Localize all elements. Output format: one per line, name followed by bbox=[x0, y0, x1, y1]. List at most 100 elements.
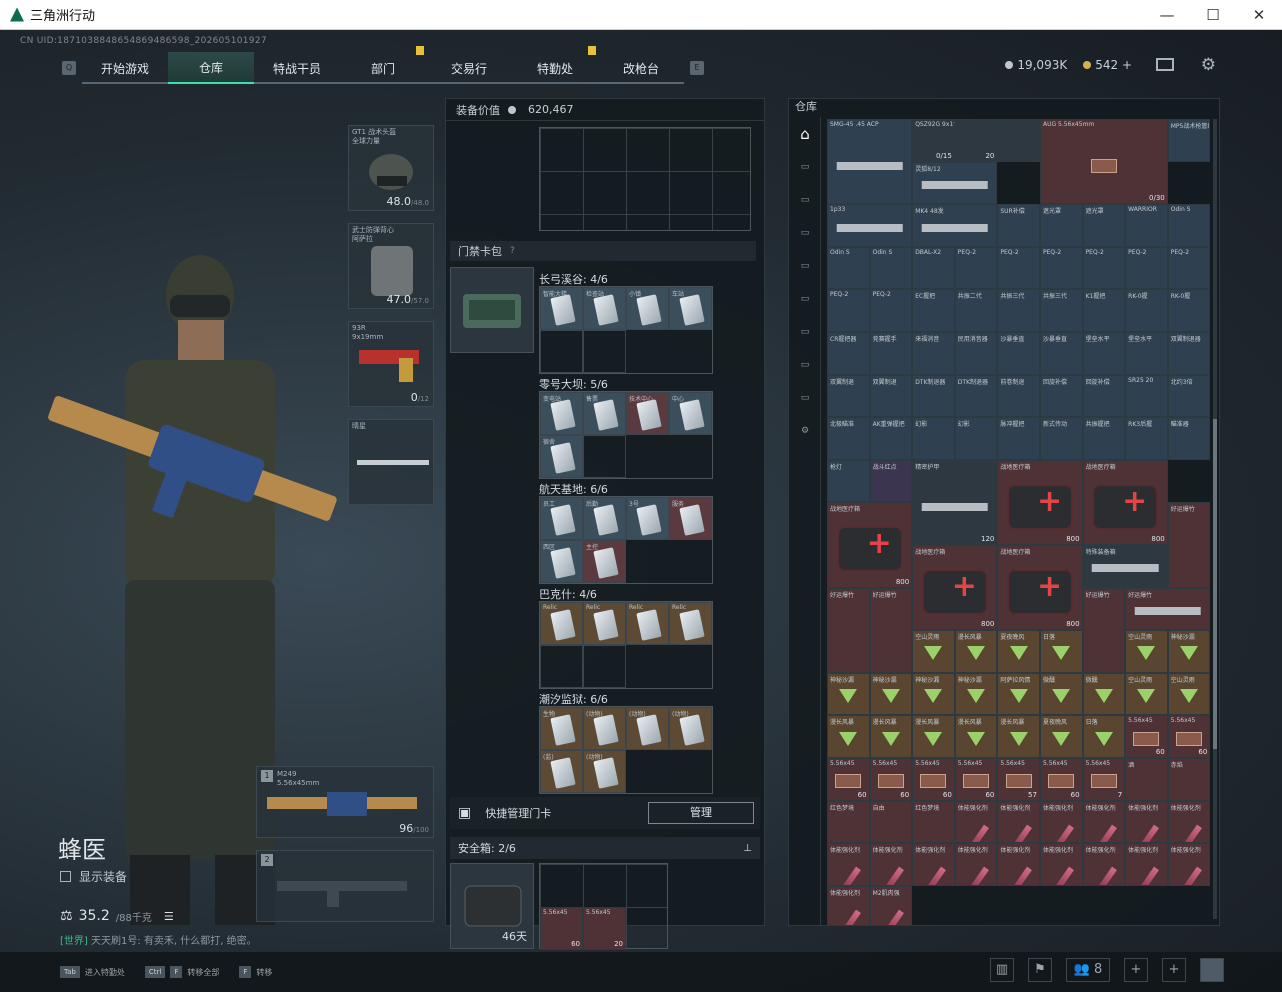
tab-4[interactable]: 交易行 bbox=[426, 52, 512, 84]
stash-item[interactable]: 日落 bbox=[1082, 715, 1126, 758]
stash-settings-icon[interactable]: ⚙ bbox=[789, 414, 821, 447]
stash-item[interactable]: 沙暴垂直 bbox=[1039, 331, 1083, 375]
stash-item[interactable]: 战地医疗箱 800 bbox=[827, 502, 913, 588]
stash-tab-2[interactable]: ▭ bbox=[789, 150, 821, 183]
stash-item[interactable]: 体能强化剂 bbox=[1167, 843, 1211, 886]
stash-item[interactable]: 5.56x45 60 bbox=[1125, 715, 1168, 758]
pistol-slot[interactable]: 93R 9x19mm 0/12 bbox=[348, 321, 434, 407]
keycard[interactable]: Relic bbox=[669, 602, 712, 645]
stash-item[interactable]: 双翼制退器 bbox=[1167, 331, 1211, 375]
stash-item[interactable]: 脉冲握把 bbox=[997, 417, 1040, 460]
keycard[interactable]: 主控 bbox=[583, 540, 626, 583]
stash-item[interactable]: 自由 bbox=[869, 800, 913, 844]
stash-item[interactable]: 1p33 bbox=[827, 204, 913, 247]
primary-weapon-slot[interactable]: 1 M249 5.56x45mm 96/100 bbox=[256, 766, 434, 838]
safebox-ammo-2[interactable]: 5.56x45 20 bbox=[583, 907, 626, 950]
stash-item[interactable]: 空山灵雨 bbox=[1125, 672, 1168, 716]
safebox-grid[interactable]: 5.56x45 60 5.56x45 20 bbox=[539, 863, 668, 950]
helmet-slot[interactable]: GT1 战术头盔 全球力量 48.0/48.0 bbox=[348, 125, 434, 211]
stash-item[interactable]: 好运爆竹 bbox=[869, 587, 913, 673]
stash-icon[interactable]: ⌂ bbox=[789, 117, 821, 150]
keycard[interactable]: 后勤 bbox=[583, 497, 626, 540]
stash-item[interactable]: 红色梦境 bbox=[827, 800, 870, 844]
stash-item[interactable]: 战地医疗箱 800 bbox=[1082, 459, 1168, 545]
tab-6[interactable]: 改枪台 bbox=[598, 52, 684, 84]
mail-icon[interactable] bbox=[1156, 58, 1174, 71]
keycard[interactable]: Relic bbox=[540, 602, 583, 645]
stash-item[interactable]: 20 bbox=[954, 119, 998, 162]
stash-item[interactable]: 体能强化剂 bbox=[997, 800, 1040, 844]
stash-item[interactable]: RK-0握 bbox=[1125, 289, 1168, 332]
stash-item[interactable]: DTK制退器 bbox=[912, 374, 955, 418]
stash-item[interactable]: 战地医疗箱 800 bbox=[912, 544, 998, 631]
stash-item[interactable]: 赤焰 bbox=[1167, 757, 1211, 801]
keycard[interactable]: 3号 bbox=[626, 497, 669, 540]
stash-item[interactable]: 体能强化剂 bbox=[1082, 800, 1126, 844]
cardbag-item[interactable] bbox=[450, 267, 534, 353]
nav-prev-button[interactable]: Q bbox=[62, 61, 76, 75]
stash-item[interactable] bbox=[997, 119, 1040, 162]
stash-item[interactable]: 回旋补偿 bbox=[1039, 374, 1083, 418]
stash-item[interactable]: 5.56x45 60 bbox=[1039, 757, 1083, 801]
stash-item[interactable]: 共振三代 bbox=[1039, 289, 1083, 332]
stash-item[interactable]: 体能强化剂 bbox=[912, 843, 955, 886]
melee-slot[interactable]: 晴星 bbox=[348, 419, 434, 505]
stash-item[interactable]: 北约3倍 bbox=[1167, 374, 1211, 418]
stash-item[interactable]: 枪灯 bbox=[827, 459, 870, 503]
nav-next-button[interactable]: E bbox=[690, 61, 704, 75]
stash-item[interactable]: 体能强化剂 bbox=[869, 843, 913, 886]
stash-tab-3[interactable]: ▭ bbox=[789, 183, 821, 216]
stash-item[interactable]: 体能强化剂 bbox=[997, 843, 1040, 886]
stash-tab-5[interactable]: ▭ bbox=[789, 249, 821, 282]
stash-item[interactable]: 夏夜晚风 bbox=[1039, 715, 1083, 758]
key-hint[interactable]: Ctrl F 转移全部 bbox=[144, 966, 219, 978]
stash-item[interactable]: PEQ-2 bbox=[1082, 246, 1126, 290]
stash-tab-4[interactable]: ▭ bbox=[789, 216, 821, 249]
stash-item[interactable]: 空山灵雨 bbox=[912, 630, 955, 673]
stash-item[interactable]: 神秘沙漏 bbox=[954, 672, 998, 716]
show-gear-toggle[interactable]: 显示装备 bbox=[60, 868, 127, 885]
stash-item[interactable]: Odin S bbox=[869, 246, 913, 290]
stash-item[interactable]: 神秘沙漏 bbox=[827, 672, 870, 716]
stash-item[interactable]: 战地医疗箱 800 bbox=[997, 544, 1083, 631]
stash-item[interactable]: 幻影 bbox=[912, 417, 955, 460]
keycard[interactable]: 员工 bbox=[540, 497, 583, 540]
stash-item[interactable]: 北极瞄准 bbox=[827, 417, 870, 460]
stash-item[interactable]: 体能强化剂 bbox=[1039, 843, 1083, 886]
stash-item[interactable]: SUR补偿 bbox=[997, 204, 1040, 247]
stash-item[interactable]: 体能强化剂 bbox=[954, 800, 998, 844]
stash-item[interactable]: 体能强化剂 bbox=[827, 843, 870, 886]
tab-5[interactable]: 特勤处 bbox=[512, 46, 598, 84]
stash-item[interactable]: 5.56x45 7 bbox=[1082, 757, 1126, 801]
stash-item[interactable]: 5.56x45 60 bbox=[827, 757, 870, 801]
stash-item[interactable]: 双翼制退 bbox=[869, 374, 913, 418]
stash-item[interactable]: PEQ-2 bbox=[1039, 246, 1083, 290]
stash-item[interactable]: 瞄准器 bbox=[1167, 417, 1211, 460]
stash-item[interactable]: 微醺 bbox=[1082, 672, 1126, 716]
stash-item[interactable]: 好运爆竹 bbox=[827, 587, 870, 673]
stash-scrollbar[interactable] bbox=[1213, 119, 1217, 919]
armor-slot[interactable]: 武士防弹背心 阿萨拉 47.0/57.0 bbox=[348, 223, 434, 309]
keycard[interactable]: 车站 bbox=[669, 287, 712, 330]
list-icon[interactable]: ☰ bbox=[164, 910, 174, 923]
keycard[interactable]: (动物) bbox=[626, 707, 669, 750]
stash-item[interactable]: 体能强化剂 bbox=[1082, 843, 1126, 886]
stash-item[interactable]: 共振三代 bbox=[997, 289, 1040, 332]
stash-item[interactable]: 红色梦境 bbox=[912, 800, 955, 844]
keycard[interactable]: 服务 bbox=[669, 497, 712, 540]
stash-tab-9[interactable]: ▭ bbox=[789, 381, 821, 414]
stash-item[interactable]: 体能强化剂 bbox=[1125, 800, 1168, 844]
keycard[interactable]: 中心 bbox=[669, 392, 712, 435]
stash-item[interactable]: 来福消音 bbox=[912, 331, 955, 375]
keycard[interactable]: 技术中心 bbox=[626, 392, 669, 435]
stash-item[interactable]: PEQ-2 bbox=[827, 289, 870, 332]
help-icon[interactable]: ? bbox=[510, 246, 515, 256]
stash-item[interactable]: 遮光罩 bbox=[1039, 204, 1083, 247]
add-teammate-button-2[interactable]: + bbox=[1162, 958, 1186, 982]
stash-item[interactable]: PEQ-2 bbox=[1167, 246, 1211, 290]
stash-tab-6[interactable]: ▭ bbox=[789, 282, 821, 315]
stash-item[interactable]: 5.56x45 60 bbox=[954, 757, 998, 801]
minimize-button[interactable]: — bbox=[1144, 0, 1190, 30]
secondary-weapon-slot[interactable]: 2 bbox=[256, 850, 434, 922]
keycard[interactable]: 生物 bbox=[540, 707, 583, 750]
